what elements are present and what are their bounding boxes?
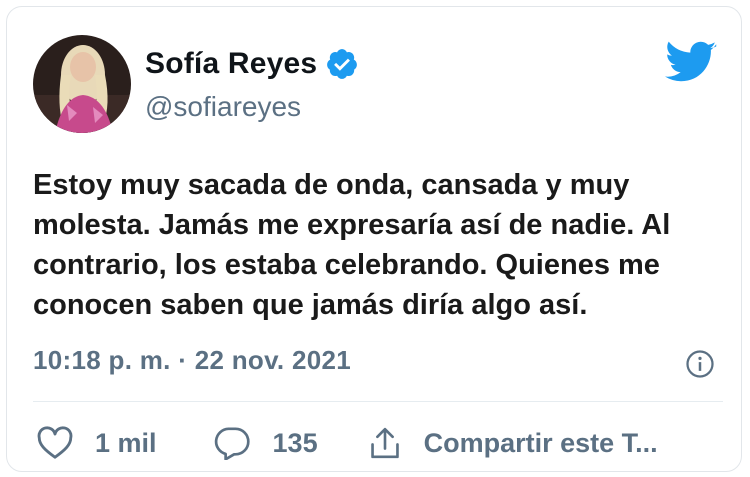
share-upload-icon: [368, 425, 402, 461]
tweet-actions: 1 mil 135 Compartir este T...: [37, 425, 658, 461]
like-button[interactable]: 1 mil: [37, 426, 157, 460]
tweet-card: Sofía Reyes @sofiareyes Estoy muy sacada…: [6, 6, 742, 472]
share-button[interactable]: Compartir este T...: [368, 425, 658, 461]
divider: [33, 401, 723, 402]
author-handle[interactable]: @sofiareyes: [145, 91, 301, 123]
speech-bubble-icon: [213, 426, 251, 460]
author-name[interactable]: Sofía Reyes: [145, 47, 317, 81]
verified-badge-icon: [325, 47, 359, 81]
like-count: 1 mil: [95, 427, 157, 458]
twitter-bird-icon[interactable]: [665, 41, 717, 85]
share-label: Compartir este T...: [423, 427, 658, 458]
tweet-timestamp[interactable]: 10:18 p. m. · 22 nov. 2021: [33, 345, 351, 376]
info-icon[interactable]: [685, 349, 715, 379]
author-name-row: Sofía Reyes: [145, 47, 359, 81]
heart-icon: [37, 426, 73, 460]
reply-button[interactable]: 135: [213, 426, 318, 460]
avatar-image: [33, 35, 131, 133]
tweet-text: Estoy muy sacada de onda, cansada y muy …: [33, 169, 671, 321]
avatar[interactable]: [33, 35, 131, 133]
reply-count: 135: [272, 427, 318, 458]
